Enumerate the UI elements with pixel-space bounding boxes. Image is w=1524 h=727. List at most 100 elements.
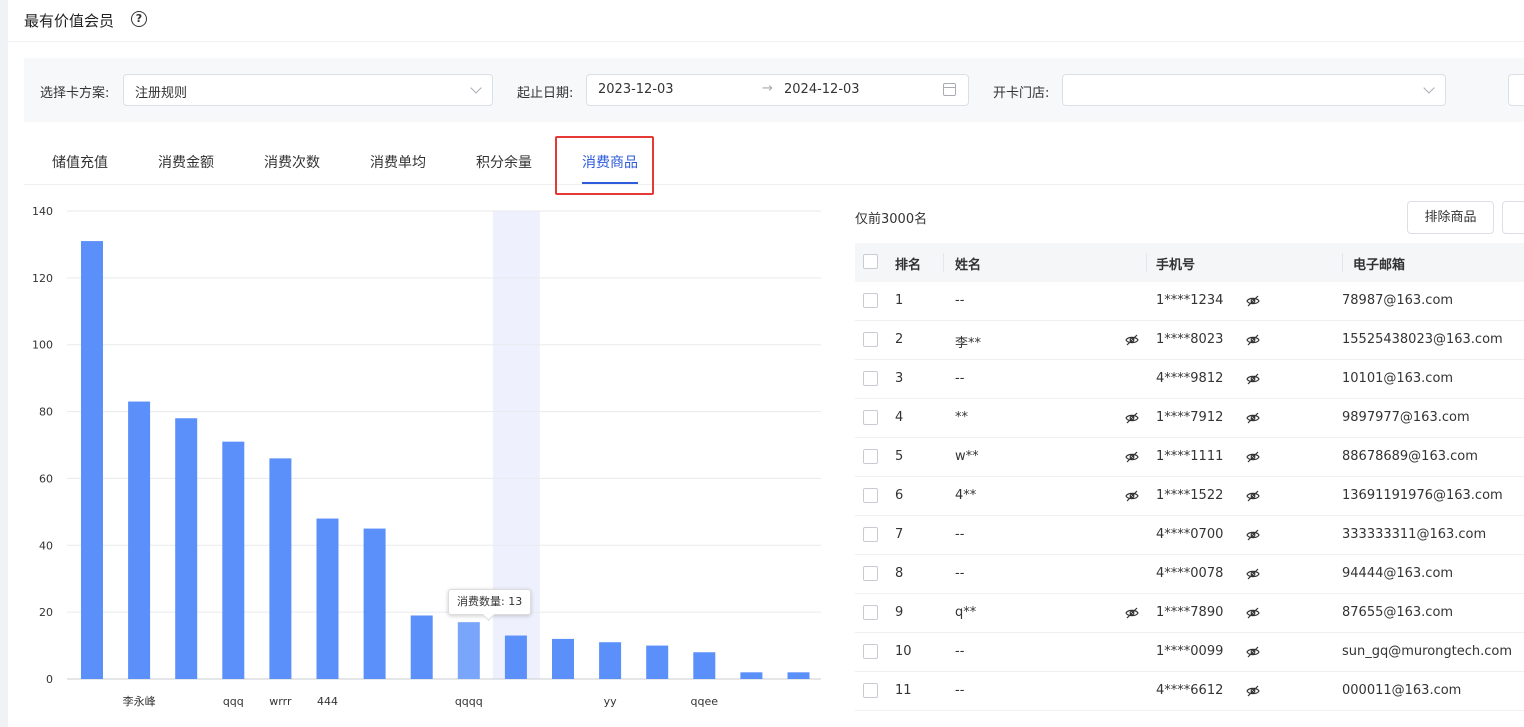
- tab-stored-value[interactable]: 储值充值: [52, 152, 108, 172]
- x-tick-label: 李永峰: [123, 694, 156, 708]
- row-checkbox[interactable]: [863, 293, 878, 308]
- eye-off-icon[interactable]: [1246, 529, 1260, 541]
- email-cell: 94444@163.com: [1342, 566, 1454, 581]
- date-range-picker[interactable]: 2023-12-03 → 2024-12-03: [586, 74, 969, 106]
- date-end[interactable]: 2024-12-03: [784, 82, 860, 97]
- table-row: 6 4** 1****1522 13691191976@163.com: [855, 477, 1524, 516]
- name-cell: --: [955, 683, 965, 698]
- row-checkbox[interactable]: [863, 332, 878, 347]
- chart-tooltip: 消费数量: 13: [448, 589, 532, 615]
- eye-off-icon[interactable]: [1125, 607, 1139, 619]
- eye-off-icon[interactable]: [1246, 295, 1260, 307]
- eye-off-icon[interactable]: [1125, 412, 1139, 424]
- x-tick-label: 444: [317, 695, 338, 708]
- column-divider: [1342, 253, 1343, 272]
- phone-cell: 1****7890: [1156, 605, 1224, 620]
- bar: [269, 458, 292, 679]
- row-checkbox[interactable]: [863, 644, 878, 659]
- col-name: 姓名: [955, 258, 982, 273]
- eye-off-icon[interactable]: [1125, 334, 1139, 346]
- y-tick-label: 0: [46, 673, 53, 686]
- phone-cell: 1****7912: [1156, 410, 1224, 425]
- store-label: 开卡门店:: [993, 86, 1050, 101]
- tab-spend-count[interactable]: 消费次数: [264, 152, 320, 172]
- y-tick-label: 60: [39, 472, 53, 485]
- extra-filter-input[interactable]: [1508, 74, 1524, 106]
- row-checkbox[interactable]: [863, 683, 878, 698]
- phone-cell: 4****0700: [1156, 527, 1224, 542]
- y-tick-label: 120: [32, 272, 53, 285]
- rank-cell: 6: [895, 488, 904, 503]
- eye-off-icon[interactable]: [1246, 334, 1260, 346]
- name-cell: --: [955, 371, 965, 386]
- email-cell: 88678689@163.com: [1342, 449, 1478, 464]
- name-cell: 4**: [955, 488, 977, 503]
- phone-cell: 1****0099: [1156, 644, 1224, 659]
- help-icon[interactable]: ?: [131, 11, 147, 27]
- tab-points-balance[interactable]: 积分余量: [476, 152, 532, 172]
- col-rank: 排名: [895, 258, 922, 273]
- tab-spend-amount[interactable]: 消费金额: [158, 152, 214, 172]
- x-tick-label: yy: [604, 695, 618, 708]
- eye-off-icon[interactable]: [1246, 451, 1260, 463]
- rank-cell: 10: [895, 644, 912, 659]
- col-phone: 手机号: [1156, 258, 1196, 273]
- eye-off-icon[interactable]: [1246, 607, 1260, 619]
- eye-off-icon[interactable]: [1246, 568, 1260, 580]
- eye-off-icon[interactable]: [1246, 412, 1260, 424]
- metric-tabs: 储值充值 消费金额 消费次数 消费单均 积分余量 消费商品: [24, 140, 1524, 185]
- table-row: 7 -- 4****0700 333333311@163.com: [855, 516, 1524, 555]
- eye-off-icon[interactable]: [1246, 490, 1260, 502]
- more-button[interactable]: [1502, 201, 1524, 234]
- eye-off-icon[interactable]: [1125, 451, 1139, 463]
- rank-cell: 8: [895, 566, 904, 581]
- row-checkbox[interactable]: [863, 449, 878, 464]
- table-row: 8 -- 4****0078 94444@163.com: [855, 555, 1524, 594]
- rank-cell: 11: [895, 683, 912, 698]
- row-checkbox[interactable]: [863, 371, 878, 386]
- eye-off-icon[interactable]: [1246, 685, 1260, 697]
- eye-off-icon[interactable]: [1246, 373, 1260, 385]
- y-tick-label: 100: [32, 339, 53, 352]
- name-cell: --: [955, 644, 965, 659]
- rank-cell: 4: [895, 410, 904, 425]
- x-tick-label: qqee: [691, 695, 719, 708]
- bar: [457, 622, 480, 679]
- page-header: 最有价值会员 ?: [8, 0, 1524, 42]
- chevron-down-icon: [470, 82, 482, 94]
- bar: [599, 642, 622, 679]
- store-select[interactable]: [1062, 74, 1446, 106]
- email-cell: sun_gq@murongtech.com: [1342, 644, 1513, 659]
- bar: [410, 615, 433, 679]
- email-cell: 000011@163.com: [1342, 683, 1462, 698]
- row-checkbox[interactable]: [863, 488, 878, 503]
- name-cell: q**: [955, 605, 977, 620]
- email-cell: 87655@163.com: [1342, 605, 1454, 620]
- email-cell: 13691191976@163.com: [1342, 488, 1503, 503]
- tab-avg-spend[interactable]: 消费单均: [370, 152, 426, 172]
- email-cell: 333333311@163.com: [1342, 527, 1487, 542]
- row-checkbox[interactable]: [863, 410, 878, 425]
- table-row: 9 q** 1****7890 87655@163.com: [855, 594, 1524, 633]
- exclude-products-button[interactable]: 排除商品: [1407, 201, 1494, 234]
- rank-cell: 3: [895, 371, 904, 386]
- email-cell: 10101@163.com: [1342, 371, 1454, 386]
- phone-cell: 1****1234: [1156, 293, 1224, 308]
- eye-off-icon[interactable]: [1125, 490, 1139, 502]
- name-cell: --: [955, 527, 965, 542]
- bar: [646, 645, 669, 679]
- name-cell: w**: [955, 449, 979, 464]
- card-scheme-select[interactable]: 注册规则: [123, 74, 493, 106]
- select-all-checkbox[interactable]: [863, 254, 878, 269]
- row-checkbox[interactable]: [863, 527, 878, 542]
- x-tick-label: qqq: [223, 695, 244, 708]
- row-checkbox[interactable]: [863, 605, 878, 620]
- eye-off-icon[interactable]: [1246, 646, 1260, 658]
- page-title: 最有价值会员: [24, 12, 115, 30]
- bar: [128, 401, 151, 679]
- phone-cell: 1****8023: [1156, 332, 1224, 347]
- table-row: 4 ** 1****7912 9897977@163.com: [855, 399, 1524, 438]
- row-checkbox[interactable]: [863, 566, 878, 581]
- x-tick-label: qqqq: [455, 695, 483, 708]
- date-start[interactable]: 2023-12-03: [598, 82, 674, 97]
